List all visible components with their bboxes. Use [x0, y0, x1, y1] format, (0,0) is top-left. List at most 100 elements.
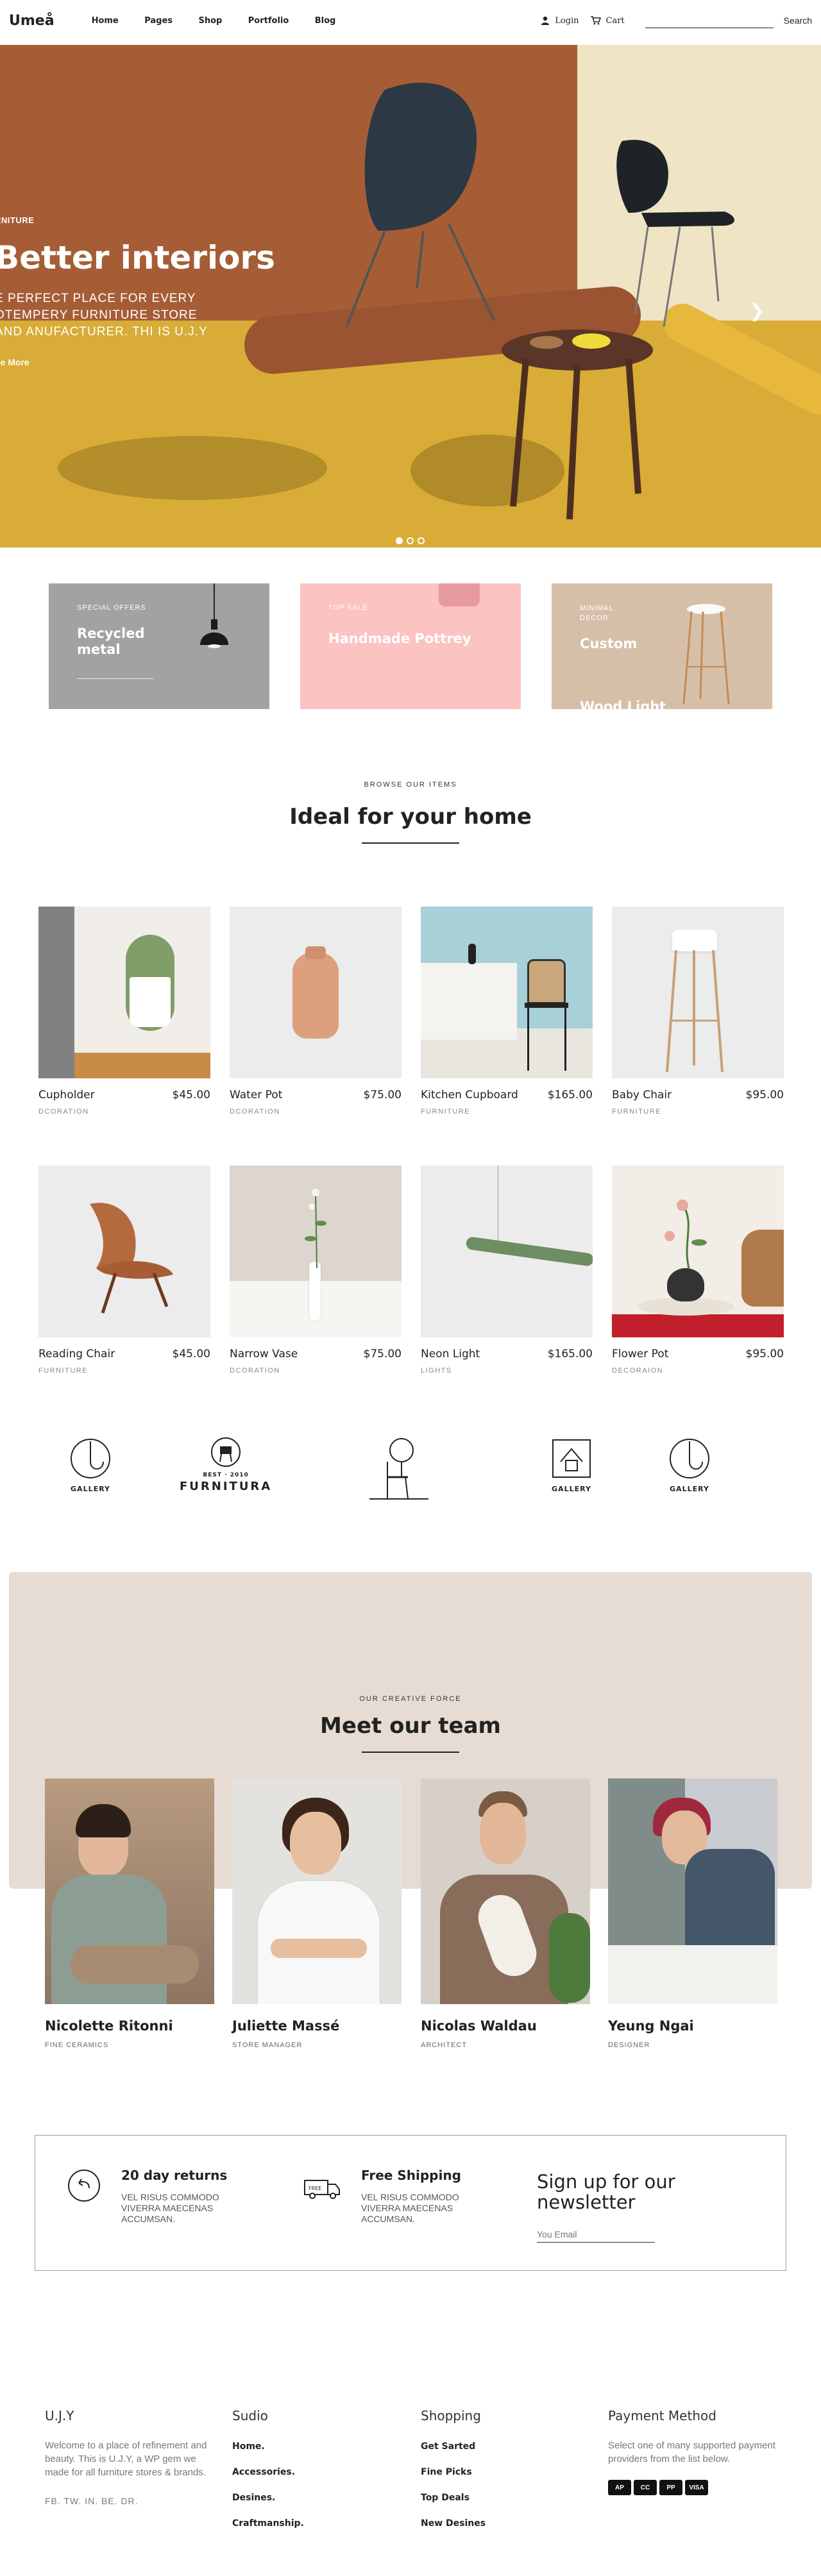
- nav-blog[interactable]: Blog: [315, 16, 336, 26]
- product-category[interactable]: FURNITURE: [421, 1108, 593, 1116]
- product-category[interactable]: DCORATION: [230, 1367, 402, 1375]
- footer-link[interactable]: Fine Picks: [421, 2467, 486, 2477]
- nav-home[interactable]: Home: [92, 16, 119, 26]
- product-name[interactable]: Kitchen Cupboard: [421, 1089, 518, 1101]
- product-card[interactable]: Kitchen Cupboard $165.00 FURNITURE: [421, 907, 593, 1116]
- login-link[interactable]: Login: [541, 16, 579, 26]
- feature-title: Free Shipping: [361, 2168, 461, 2183]
- brand-logo-gallery-2[interactable]: GALLERY: [549, 1436, 594, 1507]
- slider-dot[interactable]: [407, 537, 414, 544]
- product-image[interactable]: [230, 907, 402, 1078]
- product-card[interactable]: Baby Chair $95.00 FURNITURE: [612, 907, 784, 1116]
- product-name[interactable]: Neon Light: [421, 1348, 480, 1360]
- product-category[interactable]: FURNITURE: [38, 1367, 210, 1375]
- product-category[interactable]: DCORATION: [38, 1108, 210, 1116]
- slider-dot[interactable]: [396, 537, 403, 544]
- promo-handmade-pottery[interactable]: TOP SALE Handmade Pottrey: [300, 583, 521, 709]
- footer-link[interactable]: Top Deals: [421, 2493, 486, 2503]
- footer-studio-title: Sudio: [232, 2408, 268, 2423]
- promo-kicker: MINIMAL DECOR: [580, 605, 614, 622]
- brand-logo-furnitura[interactable]: BEST · 2010 FURNITURA: [180, 1436, 272, 1507]
- product-category[interactable]: LIGHTS: [421, 1367, 593, 1375]
- team-member-photo[interactable]: [421, 1778, 590, 2004]
- product-image[interactable]: [421, 907, 593, 1078]
- cart-label: Cart: [605, 15, 625, 26]
- promo-recycled-metal[interactable]: SPECIAL OFFERS Recycled metal: [49, 583, 269, 709]
- product-image[interactable]: [612, 1166, 784, 1337]
- product-price: $75.00: [363, 1089, 402, 1101]
- svg-text:FREE: FREE: [309, 2186, 321, 2191]
- team-member-photo[interactable]: [45, 1778, 214, 2004]
- paypal-icon: PP: [659, 2480, 682, 2495]
- promo-divider: [77, 678, 154, 679]
- hero-kicker: RNITURE: [0, 215, 35, 225]
- product-card[interactable]: Flower Pot $95.00 DECORAION: [612, 1166, 784, 1375]
- product-card[interactable]: Water Pot $75.00 DCORATION: [230, 907, 402, 1116]
- team-member-photo[interactable]: [608, 1778, 777, 2004]
- team-member-card[interactable]: Nicolette Ritonni FINE CERAMICS: [45, 1778, 214, 2049]
- nav-pages[interactable]: Pages: [144, 16, 173, 26]
- product-name[interactable]: Reading Chair: [38, 1348, 115, 1360]
- nav-portfolio[interactable]: Portfolio: [248, 16, 289, 26]
- product-name[interactable]: Water Pot: [230, 1089, 282, 1101]
- newsletter-email-input[interactable]: [537, 2229, 655, 2243]
- product-category[interactable]: DECORAION: [612, 1367, 784, 1375]
- slider-dot[interactable]: [418, 537, 425, 544]
- hero-more-link[interactable]: ne More: [0, 357, 30, 367]
- footer-link[interactable]: Desines.: [232, 2493, 304, 2503]
- search-input[interactable]: [645, 13, 774, 28]
- main-nav: Home Pages Shop Portfolio Blog: [92, 15, 359, 26]
- product-category[interactable]: FURNITURE: [612, 1108, 784, 1116]
- product-image[interactable]: [230, 1166, 402, 1337]
- user-icon: [541, 16, 550, 25]
- footer-link[interactable]: Get Sarted: [421, 2441, 486, 2452]
- product-image[interactable]: [38, 907, 210, 1078]
- team-member-photo[interactable]: [232, 1778, 402, 2004]
- header: Umeå Home Pages Shop Portfolio Blog Logi…: [0, 0, 821, 41]
- feature-returns: 20 day returns VEL RISUS COMMODO VIVERRA…: [66, 2168, 230, 2225]
- apple-pay-icon: AP: [608, 2480, 631, 2495]
- product-price: $165.00: [547, 1348, 593, 1360]
- product-name[interactable]: Flower Pot: [612, 1348, 668, 1360]
- footer-link[interactable]: Craftmanship.: [232, 2518, 304, 2529]
- brand-logo-gallery[interactable]: GALLERY: [68, 1436, 113, 1507]
- team-member-card[interactable]: Yeung Ngai DESIGNER: [608, 1778, 777, 2049]
- product-name[interactable]: Narrow Vase: [230, 1348, 298, 1360]
- team-member-card[interactable]: Juliette Massé STORE MANAGER: [232, 1778, 402, 2049]
- promo-kicker: SPECIAL OFFERS: [77, 604, 146, 612]
- product-card[interactable]: Narrow Vase $75.00 DCORATION: [230, 1166, 402, 1375]
- footer-link[interactable]: Accessories.: [232, 2467, 304, 2477]
- product-name[interactable]: Cupholder: [38, 1089, 95, 1101]
- furnitura-logo-icon: [211, 1437, 241, 1467]
- product-card[interactable]: Neon Light $165.00 LIGHTS: [421, 1166, 593, 1375]
- cart-link[interactable]: Cart: [590, 15, 625, 26]
- brand-logo-chair[interactable]: [367, 1436, 431, 1507]
- product-name[interactable]: Baby Chair: [612, 1089, 672, 1101]
- hero-slider: RNITURE Better interiors E PERFECT PLACE…: [0, 45, 821, 548]
- next-slide-arrow-icon[interactable]: ❯: [750, 300, 765, 321]
- footer-link[interactable]: Home.: [232, 2441, 304, 2452]
- promo-title: Custom: [580, 636, 638, 651]
- product-image[interactable]: [612, 907, 784, 1078]
- brand-logo-gallery-3[interactable]: GALLERY: [667, 1436, 712, 1507]
- logo[interactable]: Umeå: [9, 13, 55, 29]
- pottery-image: [439, 583, 480, 606]
- brand-name: GALLERY: [71, 1485, 110, 1493]
- footer-link[interactable]: New Desines: [421, 2518, 486, 2529]
- product-price: $165.00: [547, 1089, 593, 1101]
- features-box: 20 day returns VEL RISUS COMMODO VIVERRA…: [35, 2135, 786, 2271]
- product-image[interactable]: [38, 1166, 210, 1337]
- header-actions: Login Cart Search: [541, 13, 812, 28]
- promo-custom-wood[interactable]: MINIMAL DECOR Custom Wood Light: [552, 583, 772, 709]
- gallery-logo-icon: [71, 1439, 110, 1478]
- product-category[interactable]: DCORATION: [230, 1108, 402, 1116]
- product-card[interactable]: Reading Chair $45.00 FURNITURE: [38, 1166, 210, 1375]
- product-image[interactable]: [421, 1166, 593, 1337]
- product-card[interactable]: Cupholder $45.00 DCORATION: [38, 907, 210, 1116]
- nav-shop[interactable]: Shop: [198, 16, 222, 26]
- team-member-card[interactable]: Nicolas Waldau ARCHITECT: [421, 1778, 590, 2049]
- search-button[interactable]: Search: [784, 15, 812, 26]
- brand-name: FURNITURA: [180, 1480, 273, 1493]
- footer-shopping-title: Shopping: [421, 2408, 481, 2423]
- social-links[interactable]: FB. TW. IN. BE. DR.: [45, 2496, 213, 2506]
